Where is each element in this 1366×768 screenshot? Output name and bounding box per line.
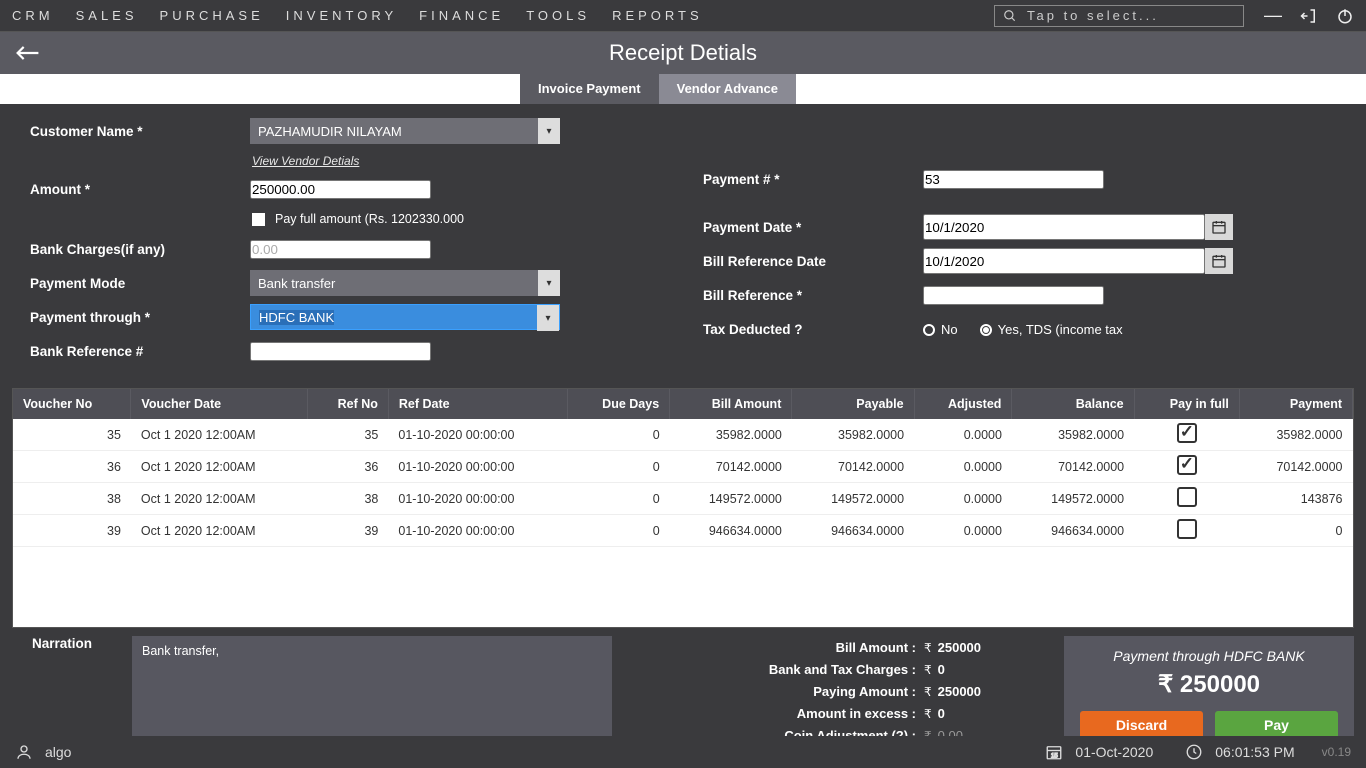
customer-value: PAZHAMUDIR NILAYAM xyxy=(258,124,402,139)
pay-button[interactable]: Pay xyxy=(1215,711,1338,739)
table-row[interactable]: 36Oct 1 2020 12:00AM3601-10-2020 00:00:0… xyxy=(13,451,1353,483)
minimize-icon[interactable]: — xyxy=(1264,5,1282,26)
calendar-icon[interactable] xyxy=(1205,248,1233,274)
status-version: v0.19 xyxy=(1322,745,1351,759)
amount-label: Amount * xyxy=(30,182,250,197)
status-bar: algo 15 01-Oct-2020 06:01:53 PM v0.19 xyxy=(0,736,1366,768)
search-icon xyxy=(1003,9,1017,23)
payfull-label: Pay full amount (Rs. 1202330.000 xyxy=(275,212,464,226)
payfull-row-checkbox[interactable] xyxy=(1177,519,1197,539)
status-user: algo xyxy=(45,744,71,760)
page-title: Receipt Detials xyxy=(609,40,757,66)
paythrough-label: Payment through * xyxy=(30,310,250,325)
menu-tools[interactable]: TOOLS xyxy=(526,8,590,23)
chevron-down-icon[interactable]: ▾ xyxy=(537,305,559,331)
menu-finance[interactable]: FINANCE xyxy=(419,8,504,23)
status-date: 01-Oct-2020 xyxy=(1075,744,1153,760)
main-menu: CRM SALES PURCHASE INVENTORY FINANCE TOOLS REP… xyxy=(12,8,703,23)
narration-input[interactable]: Bank transfer, xyxy=(132,636,612,746)
paymode-value: Bank transfer xyxy=(258,276,335,291)
table-row[interactable]: 39Oct 1 2020 12:00AM3901-10-2020 00:00:0… xyxy=(13,515,1353,547)
chevron-down-icon[interactable]: ▾ xyxy=(538,270,560,296)
user-icon xyxy=(15,743,33,761)
amount-input[interactable] xyxy=(250,180,431,199)
svg-text:15: 15 xyxy=(1051,753,1058,759)
paythrough-value: HDFC BANK xyxy=(259,310,334,325)
menu-sales[interactable]: SALES xyxy=(76,8,138,23)
summary-panel: Bill Amount :₹250000 Bank and Tax Charge… xyxy=(622,636,1054,751)
table-row[interactable]: 35Oct 1 2020 12:00AM3501-10-2020 00:00:0… xyxy=(13,419,1353,451)
tab-bar: Invoice Payment Vendor Advance xyxy=(0,74,1366,104)
tab-vendor-advance[interactable]: Vendor Advance xyxy=(659,74,796,104)
paymode-select[interactable]: Bank transfer ▾ xyxy=(250,270,560,296)
paydate-input[interactable] xyxy=(923,214,1205,240)
bankcharges-input[interactable] xyxy=(250,240,431,259)
chevron-down-icon[interactable]: ▾ xyxy=(538,118,560,144)
narration-label: Narration xyxy=(12,636,122,751)
power-icon[interactable] xyxy=(1336,7,1354,25)
page-header: Receipt Detials xyxy=(0,32,1366,74)
paymentno-input[interactable] xyxy=(923,170,1104,189)
bankcharges-label: Bank Charges(if any) xyxy=(30,242,250,257)
paybox-title: Payment through HDFC BANK xyxy=(1080,648,1338,664)
voucher-grid: Voucher NoVoucher DateRef NoRef DateDue … xyxy=(12,388,1354,628)
tab-invoice-payment[interactable]: Invoice Payment xyxy=(520,74,659,104)
payfull-row-checkbox[interactable] xyxy=(1177,423,1197,443)
paymentno-label: Payment # * xyxy=(703,172,923,187)
bankref-label: Bank Reference # xyxy=(30,344,250,359)
paythrough-select[interactable]: HDFC BANK ▾ xyxy=(250,304,560,330)
clock-icon xyxy=(1185,743,1203,761)
payfull-row-checkbox[interactable] xyxy=(1177,487,1197,507)
menu-inventory[interactable]: INVENTORY xyxy=(286,8,397,23)
back-icon[interactable] xyxy=(0,43,50,63)
billrefdate-label: Bill Reference Date xyxy=(703,254,923,269)
top-menubar: CRM SALES PURCHASE INVENTORY FINANCE TOOLS REP… xyxy=(0,0,1366,32)
pay-summary-box: Payment through HDFC BANK ₹ 250000 Disca… xyxy=(1064,636,1354,751)
menu-crm[interactable]: CRM xyxy=(12,8,54,23)
taxded-label: Tax Deducted ? xyxy=(703,322,923,337)
billrefdate-input[interactable] xyxy=(923,248,1205,274)
status-time: 06:01:53 PM xyxy=(1215,744,1294,760)
paymode-label: Payment Mode xyxy=(30,276,250,291)
billref-label: Bill Reference * xyxy=(703,288,923,303)
customer-select[interactable]: PAZHAMUDIR NILAYAM ▾ xyxy=(250,118,560,144)
paybox-amount: ₹ 250000 xyxy=(1080,670,1338,699)
tax-no-radio[interactable]: No xyxy=(923,322,958,337)
paydate-label: Payment Date * xyxy=(703,220,923,235)
calendar-icon[interactable] xyxy=(1205,214,1233,240)
menu-reports[interactable]: REPORTS xyxy=(612,8,703,23)
search-placeholder: Tap to select... xyxy=(1027,8,1159,23)
billref-input[interactable] xyxy=(923,286,1104,305)
bankref-input[interactable] xyxy=(250,342,431,361)
logout-icon[interactable] xyxy=(1300,7,1318,25)
calendar-icon: 15 xyxy=(1045,743,1063,761)
table-row[interactable]: 38Oct 1 2020 12:00AM3801-10-2020 00:00:0… xyxy=(13,483,1353,515)
payfull-row-checkbox[interactable] xyxy=(1177,455,1197,475)
global-search[interactable]: Tap to select... xyxy=(994,5,1244,27)
payfull-checkbox[interactable] xyxy=(252,213,265,226)
menu-purchase[interactable]: PURCHASE xyxy=(160,8,264,23)
discard-button[interactable]: Discard xyxy=(1080,711,1203,739)
tax-yes-radio[interactable]: Yes, TDS (income tax xyxy=(980,322,1123,337)
view-vendor-link[interactable]: View Vendor Detials xyxy=(250,154,359,168)
customer-label: Customer Name * xyxy=(30,124,250,139)
